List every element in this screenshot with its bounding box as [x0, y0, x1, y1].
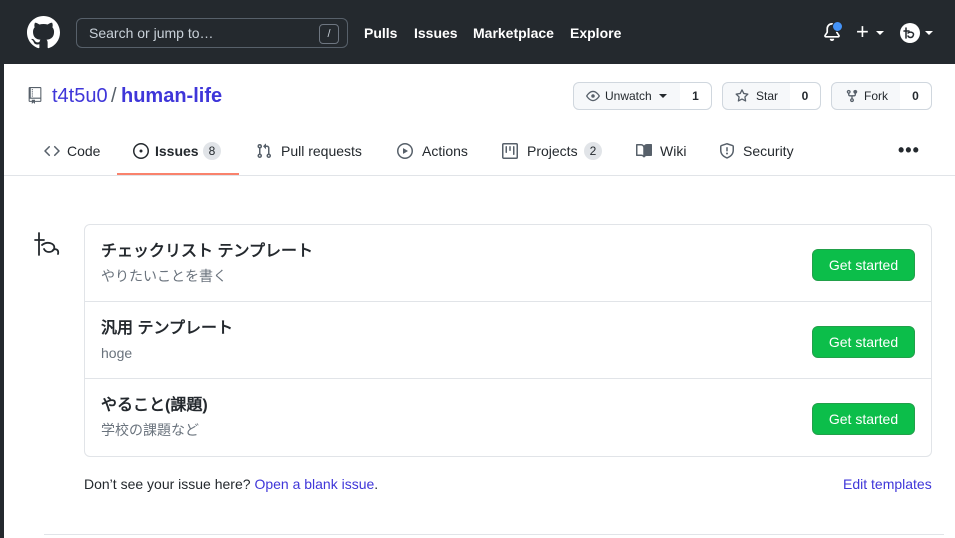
issues-count-badge: 8: [203, 142, 221, 160]
edit-templates-link[interactable]: Edit templates: [843, 475, 932, 493]
notification-indicator: [832, 21, 843, 32]
template-row: チェックリスト テンプレート やりたいことを書く Get started: [85, 225, 931, 302]
watch-button-group: Unwatch 1: [573, 82, 712, 110]
tab-security[interactable]: Security: [719, 141, 799, 161]
global-header: Search or jump to… / Pulls Issues Market…: [0, 0, 955, 64]
watch-count[interactable]: 1: [680, 83, 711, 109]
book-icon: [636, 143, 652, 158]
tab-label: Security: [743, 143, 794, 159]
create-chevron-down-icon[interactable]: [876, 31, 884, 35]
user-avatar: [34, 232, 60, 256]
template-row: やること(課題) 学校の課題など Get started: [85, 379, 931, 456]
tab-code[interactable]: Code: [44, 141, 104, 161]
unwatch-label: Unwatch: [605, 89, 652, 103]
watch-chevron-down-icon: [659, 94, 667, 98]
template-description: やりたいことを書く: [101, 268, 227, 284]
github-logo-icon[interactable]: [27, 16, 60, 49]
star-icon: [735, 89, 749, 102]
template-row: 汎用 テンプレート hoge Get started: [85, 302, 931, 379]
tab-projects[interactable]: Projects 2: [502, 141, 607, 161]
tab-actions[interactable]: Actions: [397, 141, 471, 161]
star-label: Star: [756, 89, 779, 103]
star-button[interactable]: Star: [723, 83, 791, 109]
search-shortcut-key: /: [319, 24, 339, 44]
star-button-group: Star 0: [722, 82, 821, 110]
prompt-period: .: [374, 476, 379, 492]
issue-opened-icon: [133, 143, 149, 159]
blank-issue-prompt: Don’t see your issue here? Open a blank …: [84, 475, 378, 493]
nav-issues[interactable]: Issues: [414, 24, 458, 42]
repo-forked-icon: [846, 89, 858, 103]
fork-label: Fork: [864, 89, 888, 103]
get-started-button[interactable]: Get started: [812, 403, 915, 435]
search-placeholder: Search or jump to…: [89, 25, 214, 41]
tab-label: Pull requests: [281, 143, 362, 159]
avatar-glyph-icon: [903, 27, 915, 39]
git-pull-request-icon: [257, 143, 272, 159]
play-icon: [397, 143, 413, 159]
projects-count-badge: 2: [584, 142, 602, 160]
open-blank-issue-link[interactable]: Open a blank issue: [254, 476, 374, 492]
fork-button[interactable]: Fork: [832, 83, 902, 109]
project-icon: [502, 143, 518, 159]
repo-owner-link[interactable]: t4t5u0: [52, 84, 108, 108]
tab-label: Actions: [422, 143, 468, 159]
blank-issue-question: Don’t see your issue here?: [84, 476, 251, 492]
avatar-chevron-down-icon[interactable]: [925, 31, 933, 35]
search-input[interactable]: Search or jump to… /: [76, 18, 348, 48]
more-options-kebab-icon[interactable]: •••: [898, 141, 920, 159]
content-divider: [44, 534, 944, 535]
nav-explore[interactable]: Explore: [570, 24, 621, 42]
get-started-button[interactable]: Get started: [812, 249, 915, 281]
template-description: hoge: [101, 345, 133, 361]
repo-icon: [28, 87, 42, 104]
repo-name-link[interactable]: human-life: [121, 84, 222, 108]
user-avatar-menu[interactable]: [900, 23, 920, 43]
repo-path-separator: /: [111, 85, 117, 107]
tab-label: Code: [67, 143, 101, 159]
tab-label: Projects: [527, 143, 578, 159]
nav-pulls[interactable]: Pulls: [364, 24, 397, 42]
issue-template-list: チェックリスト テンプレート やりたいことを書く Get started 汎用 …: [84, 224, 932, 457]
template-title: やること(課題): [101, 397, 208, 414]
star-count[interactable]: 0: [790, 83, 820, 109]
fork-button-group: Fork 0: [831, 82, 932, 110]
code-icon: [44, 145, 60, 157]
tab-label: Wiki: [660, 143, 687, 159]
template-title: 汎用 テンプレート: [101, 320, 233, 337]
template-title: チェックリスト テンプレート: [101, 243, 313, 260]
shield-icon: [720, 143, 734, 159]
tab-label: Issues: [155, 143, 199, 159]
unwatch-button[interactable]: Unwatch: [574, 83, 681, 109]
tabs-divider: [4, 175, 955, 176]
nav-marketplace[interactable]: Marketplace: [473, 24, 554, 42]
tab-wiki[interactable]: Wiki: [636, 141, 688, 161]
fork-count[interactable]: 0: [900, 83, 931, 109]
tab-pull-requests[interactable]: Pull requests: [256, 141, 366, 161]
window-edge: [0, 0, 4, 538]
get-started-button[interactable]: Get started: [812, 326, 915, 358]
template-description: 学校の課題など: [101, 422, 199, 438]
plus-icon[interactable]: +: [856, 21, 869, 43]
tab-issues[interactable]: Issues 8: [133, 141, 225, 161]
eye-icon: [586, 90, 600, 102]
